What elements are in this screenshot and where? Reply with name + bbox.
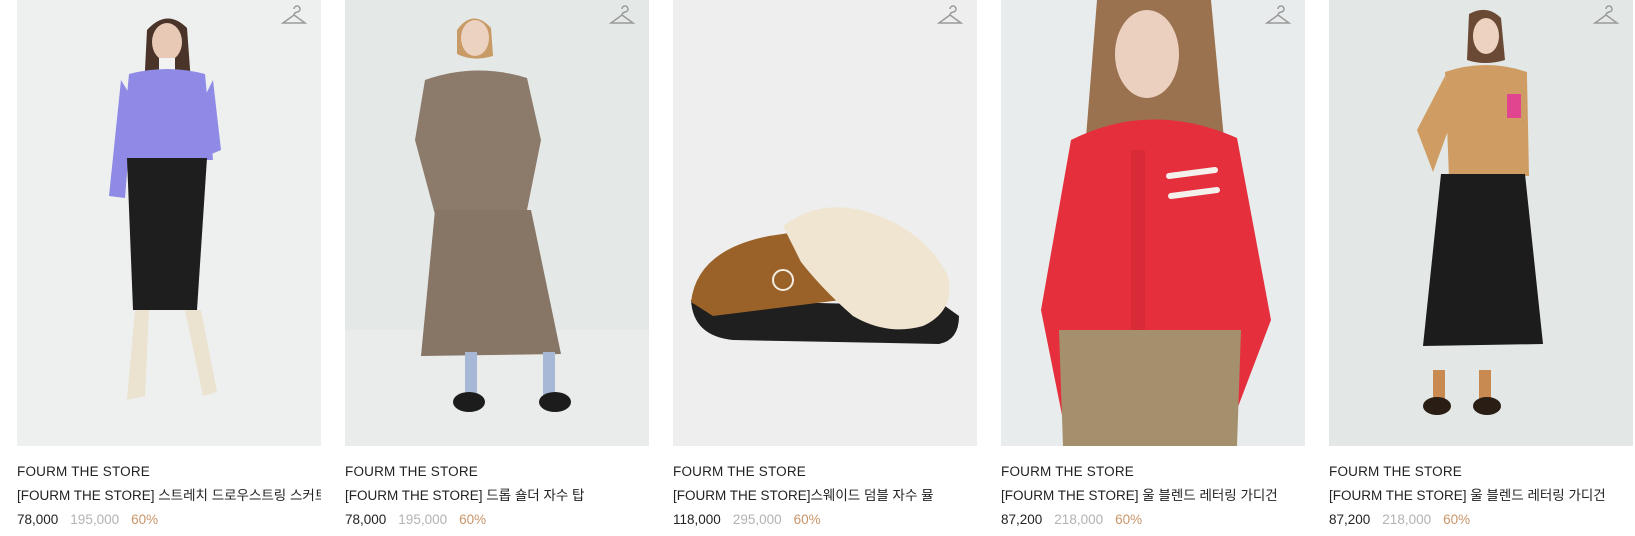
hanger-icon[interactable] — [1265, 4, 1291, 28]
product-brand[interactable]: FOURM THE STORE — [17, 464, 321, 480]
product-brand[interactable]: FOURM THE STORE — [1329, 464, 1633, 480]
original-price: 218,000 — [1054, 512, 1104, 527]
product-image[interactable] — [1001, 0, 1305, 446]
discount-rate: 60% — [793, 512, 821, 527]
original-price: 295,000 — [732, 512, 782, 527]
product-image[interactable] — [673, 0, 977, 446]
hanger-icon[interactable] — [281, 4, 307, 28]
product-card[interactable]: FOURM THE STORE [FOURM THE STORE] 스트레치 드… — [17, 0, 321, 528]
price-row: 87,200 218,000 60% — [1001, 512, 1305, 528]
product-image[interactable] — [1329, 0, 1633, 446]
sale-price: 87,200 — [1001, 512, 1043, 527]
original-price: 195,000 — [70, 512, 120, 527]
model-taupe-sweatshirt-skirt — [345, 0, 649, 446]
hanger-icon[interactable] — [937, 4, 963, 28]
product-brand[interactable]: FOURM THE STORE — [345, 464, 649, 480]
product-title[interactable]: [FOURM THE STORE] 울 블렌드 레터링 가디건 — [1001, 488, 1305, 504]
model-red-lettering-cardigan — [1001, 0, 1305, 446]
price-row: 118,000 295,000 60% — [673, 512, 977, 528]
hanger-icon[interactable] — [609, 4, 635, 28]
product-card[interactable]: FOURM THE STORE [FOURM THE STORE] 울 블렌드 … — [1329, 0, 1633, 528]
product-title[interactable]: [FOURM THE STORE] 드롭 숄더 자수 탑 — [345, 488, 649, 504]
model-lavender-cardigan-black-skirt — [17, 0, 321, 446]
model-camel-cardigan-quilted-skirt — [1329, 0, 1633, 446]
product-card[interactable]: FOURM THE STORE [FOURM THE STORE]스웨이드 덤블… — [673, 0, 977, 528]
price-row: 87,200 218,000 60% — [1329, 512, 1633, 528]
suede-shearling-mule — [673, 0, 977, 446]
sale-price: 87,200 — [1329, 512, 1371, 527]
product-title[interactable]: [FOURM THE STORE]스웨이드 덤블 자수 뮬 — [673, 488, 977, 504]
product-title[interactable]: [FOURM THE STORE] 스트레치 드로우스트링 스커트 — [17, 488, 321, 504]
product-brand[interactable]: FOURM THE STORE — [673, 464, 977, 480]
hanger-icon[interactable] — [1593, 4, 1619, 28]
discount-rate: 60% — [1443, 512, 1471, 527]
price-row: 78,000 195,000 60% — [345, 512, 649, 528]
discount-rate: 60% — [459, 512, 487, 527]
sale-price: 78,000 — [17, 512, 59, 527]
product-brand[interactable]: FOURM THE STORE — [1001, 464, 1305, 480]
discount-rate: 60% — [131, 512, 159, 527]
product-card[interactable]: FOURM THE STORE [FOURM THE STORE] 드롭 숄더 … — [345, 0, 649, 528]
product-title[interactable]: [FOURM THE STORE] 울 블렌드 레터링 가디건 — [1329, 488, 1633, 504]
product-image[interactable] — [345, 0, 649, 446]
original-price: 195,000 — [398, 512, 448, 527]
discount-rate: 60% — [1115, 512, 1143, 527]
product-image[interactable] — [17, 0, 321, 446]
sale-price: 118,000 — [673, 512, 721, 527]
price-row: 78,000 195,000 60% — [17, 512, 321, 528]
product-card[interactable]: FOURM THE STORE [FOURM THE STORE] 울 블렌드 … — [1001, 0, 1305, 528]
product-grid: FOURM THE STORE [FOURM THE STORE] 스트레치 드… — [17, 0, 1633, 528]
sale-price: 78,000 — [345, 512, 387, 527]
original-price: 218,000 — [1382, 512, 1432, 527]
